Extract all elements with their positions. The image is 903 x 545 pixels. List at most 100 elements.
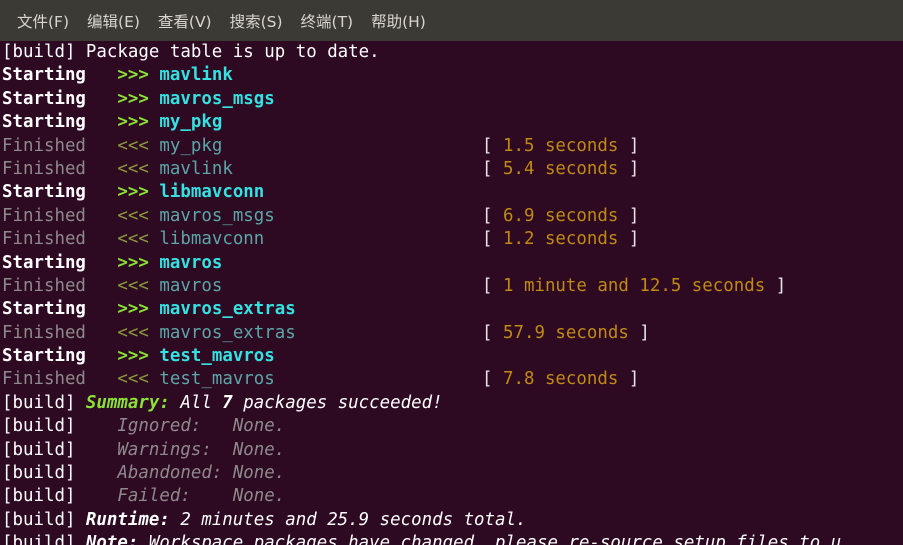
summary-detail-list: [build] Ignored: None. [build] Warnings: … — [2, 415, 903, 509]
summary-detail-label: Failed: — [117, 486, 191, 507]
event-package-name: test_mavros — [159, 369, 275, 390]
arrow-right-icon: >>> — [117, 252, 149, 273]
menu-terminal[interactable]: 终端(T) — [292, 8, 363, 34]
event-package-name: mavros — [159, 252, 223, 273]
build-event-row: Starting >>> test_mavros — [2, 345, 903, 368]
event-gap — [149, 299, 160, 319]
menu-search[interactable]: 搜索(S) — [221, 8, 292, 34]
event-gap — [86, 182, 117, 202]
arrow-right-icon: >>> — [117, 65, 149, 86]
timing-bracket-close: ] — [618, 229, 640, 250]
runtime-label: Runtime: — [85, 509, 170, 530]
summary-text-before: All — [169, 392, 223, 413]
build-event-row: Finished <<< my_pkg [ 1.5 seconds ] — [2, 135, 903, 158]
build-event-row: Starting >>> mavlink — [2, 64, 903, 87]
build-event-row: Finished <<< mavros_msgs [ 6.9 seconds ] — [2, 205, 903, 228]
event-gap — [86, 89, 117, 109]
event-status: Starting — [2, 88, 86, 109]
event-gap — [149, 229, 160, 249]
event-status: Finished — [2, 322, 86, 343]
arrow-left-icon: <<< — [117, 229, 149, 250]
log-prefix-build: [build] — [2, 439, 86, 460]
event-package-name: my_pkg — [159, 135, 223, 156]
build-event-row: Starting >>> my_pkg — [2, 111, 903, 134]
timing-value: 1.2 seconds — [502, 229, 619, 250]
summary-detail-value: None. — [232, 486, 286, 507]
log-prefix-build: [build] — [2, 533, 86, 545]
event-gap — [149, 112, 160, 132]
arrow-left-icon: <<< — [117, 369, 149, 390]
event-timing: [ 6.9 seconds ] — [482, 205, 639, 228]
timing-bracket-close: ] — [618, 369, 640, 390]
event-package-name: mavros_extras — [159, 299, 296, 320]
menu-help[interactable]: 帮助(H) — [362, 8, 435, 34]
timing-bracket-close: ] — [618, 135, 640, 156]
event-package-name: libmavconn — [159, 229, 265, 250]
event-gap — [149, 182, 160, 202]
event-timing: [ 1.5 seconds ] — [482, 135, 639, 158]
arrow-right-icon: >>> — [117, 346, 149, 367]
event-gap — [149, 346, 160, 366]
event-status: Starting — [2, 112, 86, 133]
timing-value: 5.4 seconds — [502, 158, 619, 179]
arrow-left-icon: <<< — [117, 275, 149, 296]
event-package-name: mavros — [159, 275, 223, 296]
summary-gap — [222, 463, 233, 483]
summary-indent — [86, 440, 117, 460]
event-timing: [ 1.2 seconds ] — [482, 228, 639, 251]
event-status: Finished — [2, 135, 86, 156]
build-event-row: Finished <<< mavros [ 1 minute and 12.5 s… — [2, 275, 903, 298]
event-status: Starting — [2, 252, 86, 273]
summary-gap — [191, 486, 233, 506]
timing-value: 7.8 seconds — [502, 369, 619, 390]
event-status: Finished — [2, 158, 86, 179]
event-gap — [86, 346, 117, 366]
event-gap — [86, 112, 117, 132]
summary-detail-row: [build] Warnings: None. — [2, 439, 903, 462]
timing-bracket-close: ] — [765, 275, 787, 296]
event-gap — [149, 89, 160, 109]
timing-value: 57.9 seconds — [502, 322, 629, 343]
timing-bracket-close: ] — [628, 322, 650, 343]
summary-gap — [212, 440, 233, 460]
event-gap — [86, 299, 117, 319]
log-line-runtime: [build] Runtime: 2 minutes and 25.9 seco… — [2, 509, 903, 532]
summary-indent — [86, 486, 117, 506]
timing-bracket-open: [ — [482, 205, 503, 226]
event-status: Finished — [2, 369, 86, 390]
menu-bar: 文件(F) 编辑(E) 查看(V) 搜索(S) 终端(T) 帮助(H) — [0, 0, 903, 41]
event-timing: [ 57.9 seconds ] — [482, 322, 650, 345]
build-event-row: Finished <<< mavlink [ 5.4 seconds ] — [2, 158, 903, 181]
timing-bracket-open: [ — [482, 369, 503, 390]
summary-package-count: 7 — [222, 392, 233, 413]
event-gap — [86, 369, 117, 389]
menu-edit[interactable]: 编辑(E) — [78, 8, 149, 34]
build-event-row: Finished <<< mavros_extras [ 57.9 seconds… — [2, 322, 903, 345]
log-line-summary: [build] Summary: All 7 packages succeede… — [2, 392, 903, 415]
event-gap — [149, 253, 160, 273]
event-gap — [149, 159, 160, 179]
note-label: Note: — [85, 533, 139, 545]
event-status: Finished — [2, 275, 86, 296]
menu-file[interactable]: 文件(F) — [8, 8, 78, 34]
terminal-output[interactable]: [build] Package table is up to date. Sta… — [0, 41, 903, 545]
event-gap — [149, 65, 160, 85]
event-gap — [149, 276, 160, 296]
event-gap — [149, 323, 160, 343]
log-header-text: Package table is up to date. — [85, 42, 380, 62]
arrow-left-icon: <<< — [117, 322, 149, 343]
event-package-name: mavros_extras — [159, 322, 296, 343]
timing-bracket-close: ] — [618, 158, 640, 179]
event-gap — [86, 65, 117, 85]
event-gap — [86, 159, 117, 179]
event-status: Starting — [2, 299, 86, 320]
build-event-row: Starting >>> mavros_extras — [2, 298, 903, 321]
event-gap — [149, 206, 160, 226]
event-package-name: libmavconn — [159, 182, 265, 203]
log-prefix-build: [build] — [2, 486, 86, 507]
event-timing: [ 7.8 seconds ] — [482, 368, 639, 391]
summary-detail-label: Warnings: — [117, 439, 212, 460]
menu-view[interactable]: 查看(V) — [149, 8, 221, 34]
build-event-row: Starting >>> libmavconn — [2, 181, 903, 204]
runtime-value: 2 minutes and 25.9 seconds total. — [169, 509, 527, 530]
